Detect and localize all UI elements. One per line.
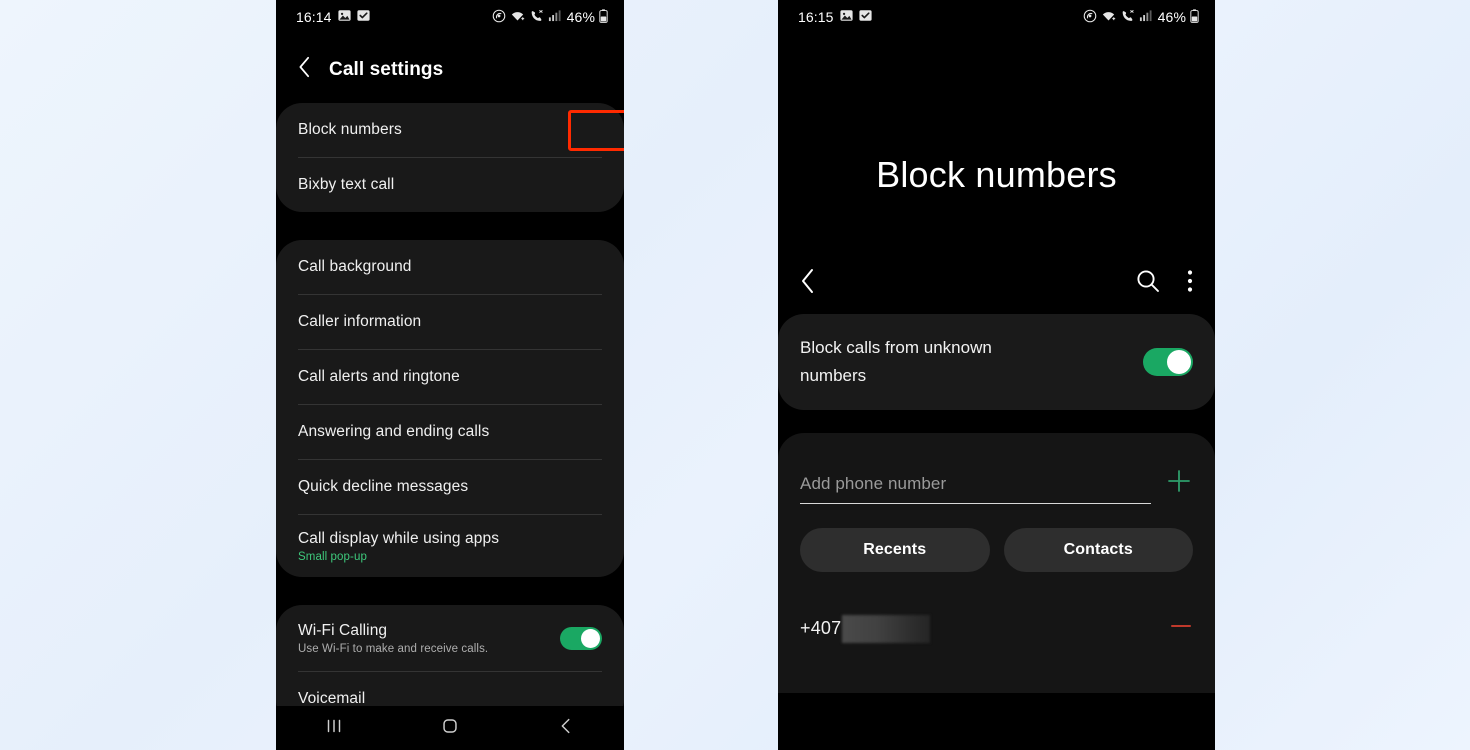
settings-group-1: Block numbers Bixby text call [276,103,624,212]
gallery-icon [337,9,351,25]
page-title: Call settings [329,58,444,80]
system-navigation-bar [276,706,624,750]
sidebar-item-label: Caller information [298,313,422,330]
card-gap [778,410,1215,434]
battery-icon [1190,8,1199,26]
battery-icon [599,8,608,26]
sidebar-item-label: Call background [298,258,412,275]
status-bar-right: 46% [1083,8,1199,26]
toggle-knob [1167,350,1191,375]
recents-icon[interactable] [323,715,345,742]
right-status-bar: 16:15 46% [778,0,1215,34]
status-bar-time: 16:15 [798,9,834,25]
redaction-block [842,614,931,643]
screen-toolbar [778,252,1215,314]
group-gap [276,577,624,605]
home-icon[interactable] [439,715,461,742]
sidebar-item-label: Quick decline messages [298,478,469,495]
sidebar-item-call-background[interactable]: Call background [276,240,624,294]
sidebar-item-label: Block numbers [298,121,402,138]
add-number-card: Add phone number Recents Contacts +407 [778,433,1215,694]
gallery-icon [839,9,853,25]
blocked-list-gap [778,572,1215,596]
signal-icon [1139,9,1152,25]
block-unknown-label: Block calls from unknown numbers [800,338,992,386]
sidebar-item-label: Call alerts and ringtone [298,368,460,385]
phone-number-placeholder: Add phone number [800,473,947,493]
sidebar-item-label: Bixby text call [298,176,395,193]
wifi-calling-toggle[interactable] [560,626,602,650]
status-bar-time: 16:14 [296,9,332,25]
sidebar-item-quick-decline-messages[interactable]: Quick decline messages [276,460,624,514]
battery-percent: 46% [1157,9,1186,25]
plus-icon[interactable] [1165,467,1193,504]
input-underline [800,502,1151,505]
status-bar-right: 46% [492,8,608,26]
toggle-knob [581,628,600,648]
block-unknown-card: Block calls from unknown numbers [778,314,1215,411]
wifi-icon [510,9,525,26]
sidebar-item-caller-information[interactable]: Caller information [276,295,624,349]
sidebar-item-label: Wi-Fi Calling [298,621,388,639]
settings-group-2: Call background Caller information Call … [276,240,624,577]
call-vpn-icon [1120,9,1135,26]
sidebar-item-sublabel: Use Wi-Fi to make and receive calls. [298,642,489,655]
source-chips: Recents Contacts [778,504,1215,573]
signal-icon [548,9,561,25]
block-unknown-toggle[interactable] [1143,348,1193,377]
checkbox-icon [356,9,370,25]
screen-title: Block numbers [876,154,1117,195]
sidebar-item-label: Call display while using apps [298,529,500,547]
status-bar-left: 16:15 [798,9,872,25]
back-icon[interactable] [555,715,577,742]
sidebar-item-bixby-text-call[interactable]: Bixby text call [276,158,624,212]
blocked-number-prefix: +407 [800,618,842,639]
group-gap [276,212,624,240]
call-vpn-icon [529,9,544,26]
more-vertical-icon[interactable] [1187,268,1193,299]
sidebar-item-wifi-calling[interactable]: Wi-Fi Calling Use Wi-Fi to make and rece… [276,605,624,671]
back-chevron-icon[interactable] [800,267,816,300]
sidebar-item-call-alerts-and-ringtone[interactable]: Call alerts and ringtone [276,350,624,404]
wifi-icon [1101,9,1116,26]
nfc-icon [492,9,506,26]
back-chevron-icon[interactable] [298,56,311,83]
battery-percent: 46% [566,9,595,25]
page-header: Call settings [276,34,624,103]
status-bar-left: 16:14 [296,9,370,25]
left-phone-screen: 16:14 46% Call settings Block numbers Bi… [276,0,624,750]
right-phone-screen: 16:15 46% Block numbers Block calls from… [778,0,1215,750]
sidebar-item-sublabel: Small pop-up [298,550,367,563]
sidebar-item-label: Answering and ending calls [298,423,490,440]
add-number-input-area: Add phone number [778,433,1215,505]
phone-number-field[interactable]: Add phone number [800,474,1151,505]
nfc-icon [1083,9,1097,26]
recents-button[interactable]: Recents [800,528,990,573]
sidebar-item-call-display-while-using-apps[interactable]: Call display while using apps Small pop-… [276,515,624,577]
contacts-button[interactable]: Contacts [1003,528,1193,573]
checkbox-icon [858,9,872,25]
left-status-bar: 16:14 46% [276,0,624,34]
table-row[interactable]: +407 [778,596,1215,661]
sidebar-item-answering-and-ending-calls[interactable]: Answering and ending calls [276,405,624,459]
block-unknown-row[interactable]: Block calls from unknown numbers [778,314,1215,410]
minus-icon[interactable] [1169,614,1193,643]
search-icon[interactable] [1135,268,1161,299]
sidebar-item-block-numbers[interactable]: Block numbers [276,103,624,157]
